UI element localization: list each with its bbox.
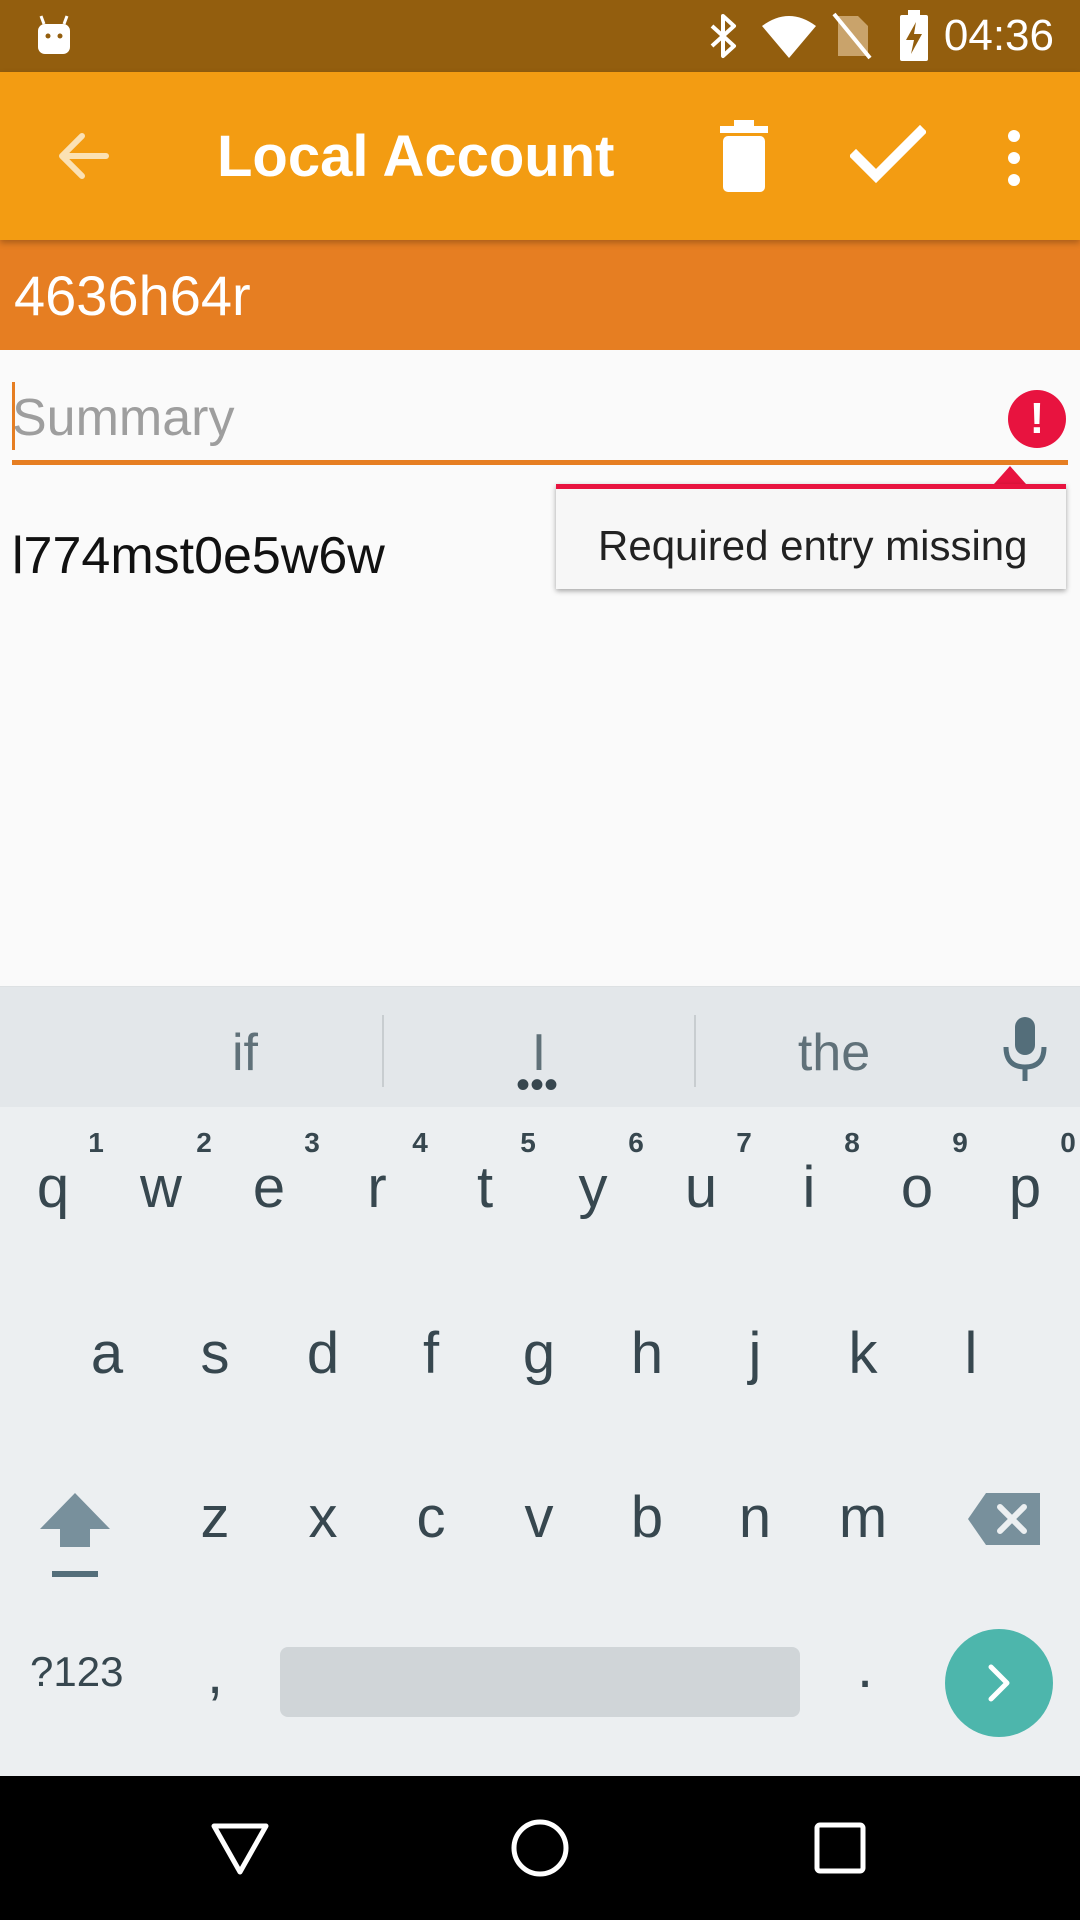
key-hint-2: 2 bbox=[196, 1127, 212, 1158]
delete-icon[interactable] bbox=[716, 120, 772, 192]
key-t[interactable]: t bbox=[440, 1155, 530, 1221]
key-y[interactable]: y bbox=[548, 1155, 638, 1221]
more-vert-icon[interactable] bbox=[1002, 128, 1026, 188]
account-secondary-value[interactable]: l774mst0e5w6w bbox=[12, 526, 385, 586]
key-hint-5: 5 bbox=[520, 1127, 536, 1158]
nav-back-icon[interactable] bbox=[210, 1820, 270, 1876]
microphone-icon[interactable] bbox=[1000, 1015, 1050, 1083]
go-key[interactable] bbox=[945, 1629, 1053, 1737]
key-j[interactable]: j bbox=[710, 1321, 800, 1387]
summary-underline bbox=[12, 460, 1068, 465]
key-f[interactable]: f bbox=[386, 1321, 476, 1387]
summary-field-container bbox=[12, 378, 1068, 466]
status-time: 04:36 bbox=[943, 11, 1054, 60]
suggestion-divider bbox=[382, 1015, 384, 1087]
space-bar[interactable] bbox=[280, 1647, 800, 1717]
key-hint-8: 8 bbox=[844, 1127, 860, 1158]
error-popup: Required entry missing bbox=[556, 484, 1066, 589]
suggestion-3[interactable]: the bbox=[684, 1023, 984, 1083]
back-arrow-icon[interactable] bbox=[56, 128, 112, 184]
key-x[interactable]: x bbox=[278, 1485, 368, 1551]
key-s[interactable]: s bbox=[170, 1321, 260, 1387]
key-q[interactable]: q bbox=[8, 1155, 98, 1221]
summary-input[interactable] bbox=[12, 378, 992, 458]
key-e[interactable]: e bbox=[224, 1155, 314, 1221]
key-l[interactable]: l bbox=[926, 1321, 1016, 1387]
key-w[interactable]: w bbox=[116, 1155, 206, 1221]
period-key[interactable]: . bbox=[820, 1635, 910, 1701]
more-suggestions-dots: ••• bbox=[516, 1063, 559, 1107]
key-hint-7: 7 bbox=[736, 1127, 752, 1158]
key-o[interactable]: o bbox=[872, 1155, 962, 1221]
no-sim-icon bbox=[832, 12, 872, 60]
key-h[interactable]: h bbox=[602, 1321, 692, 1387]
account-name: 4636h64r bbox=[14, 264, 251, 327]
check-icon[interactable] bbox=[850, 124, 926, 184]
navigation-bar bbox=[0, 1776, 1080, 1920]
nav-recents-icon[interactable] bbox=[814, 1822, 866, 1874]
status-bar: 04:36 bbox=[0, 0, 1080, 72]
key-z[interactable]: z bbox=[170, 1485, 260, 1551]
key-hint-4: 4 bbox=[412, 1127, 428, 1158]
key-p[interactable]: p bbox=[980, 1155, 1070, 1221]
key-a[interactable]: a bbox=[62, 1321, 152, 1387]
key-g[interactable]: g bbox=[494, 1321, 584, 1387]
nav-home-icon[interactable] bbox=[510, 1818, 570, 1878]
soft-keyboard: if I ••• the ?123 , . q1w2e3r4t5y6u7i8o9… bbox=[0, 986, 1080, 1777]
chevron-right-icon bbox=[988, 1664, 1010, 1702]
bluetooth-icon bbox=[710, 14, 736, 58]
shift-icon[interactable] bbox=[38, 1491, 112, 1579]
toolbar-title: Local Account bbox=[217, 124, 615, 189]
key-b[interactable]: b bbox=[602, 1485, 692, 1551]
key-k[interactable]: k bbox=[818, 1321, 908, 1387]
key-c[interactable]: c bbox=[386, 1485, 476, 1551]
wifi-icon bbox=[762, 16, 816, 58]
key-hint-1: 1 bbox=[88, 1127, 104, 1158]
text-cursor bbox=[12, 382, 15, 450]
key-v[interactable]: v bbox=[494, 1485, 584, 1551]
key-hint-3: 3 bbox=[304, 1127, 320, 1158]
suggestion-bar: if I ••• the bbox=[0, 987, 1080, 1107]
key-d[interactable]: d bbox=[278, 1321, 368, 1387]
symbols-key[interactable]: ?123 bbox=[30, 1647, 123, 1697]
key-i[interactable]: i bbox=[764, 1155, 854, 1221]
comma-key[interactable]: , bbox=[170, 1641, 260, 1707]
key-hint-9: 9 bbox=[952, 1127, 968, 1158]
app-toolbar: Local Account bbox=[0, 72, 1080, 240]
key-m[interactable]: m bbox=[818, 1485, 908, 1551]
error-alert-icon: ! bbox=[1008, 390, 1066, 448]
account-header: 4636h64r bbox=[0, 240, 1080, 350]
key-hint-6: 6 bbox=[628, 1127, 644, 1158]
backspace-icon[interactable] bbox=[966, 1491, 1042, 1547]
battery-charging-icon bbox=[900, 10, 928, 61]
key-u[interactable]: u bbox=[656, 1155, 746, 1221]
key-r[interactable]: r bbox=[332, 1155, 422, 1221]
error-message: Required entry missing bbox=[598, 522, 1028, 569]
key-n[interactable]: n bbox=[710, 1485, 800, 1551]
error-popup-arrow bbox=[994, 466, 1026, 484]
suggestion-1[interactable]: if bbox=[95, 1023, 395, 1083]
android-icon bbox=[38, 15, 70, 54]
key-hint-0: 0 bbox=[1060, 1127, 1076, 1158]
